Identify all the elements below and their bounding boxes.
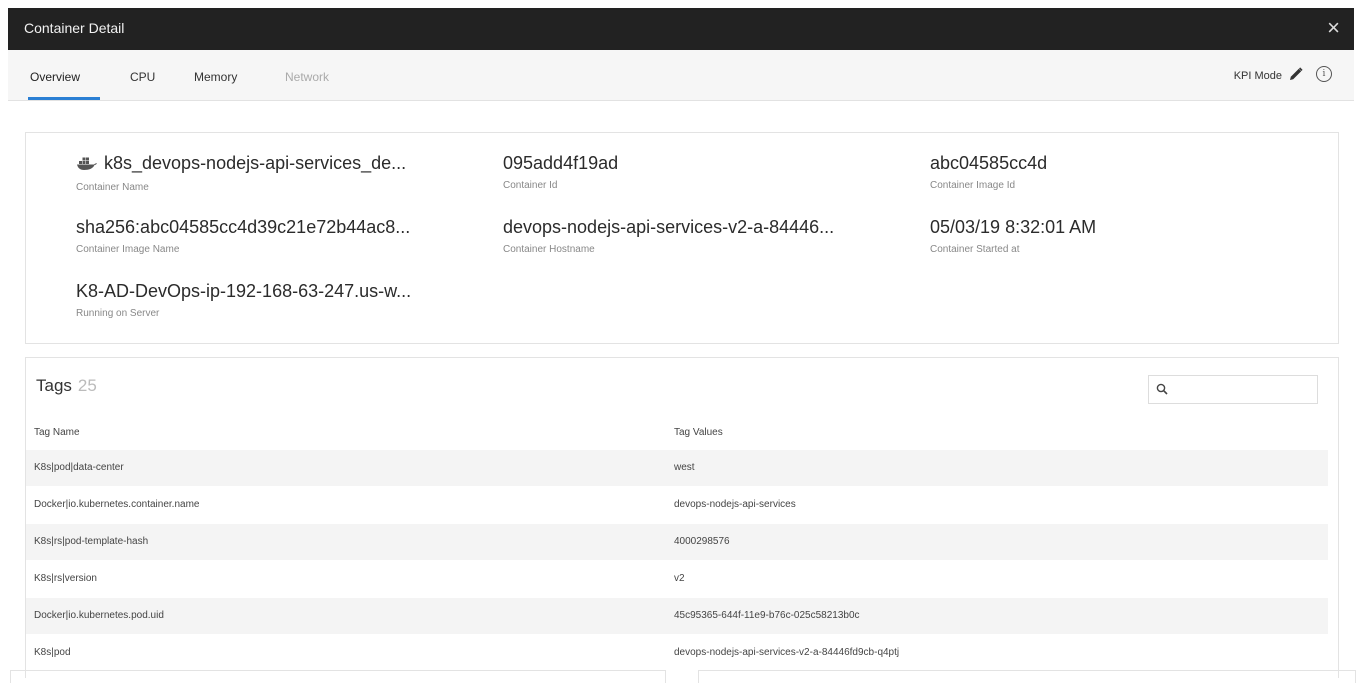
kpi-mode-label[interactable]: KPI Mode	[1234, 70, 1282, 82]
container-image-name-field: sha256:abc04585cc4d39c21e72b44ac8... Con…	[76, 217, 410, 255]
bottom-panel-right	[698, 670, 1356, 683]
container-image-name-label: Container Image Name	[76, 244, 180, 255]
container-image-name-value: sha256:abc04585cc4d39c21e72b44ac8...	[76, 217, 411, 237]
container-image-id-label: Container Image Id	[930, 180, 1016, 191]
tags-card: Tags 25 Tag Name Tag Values K8s|pod|data-…	[25, 357, 1339, 678]
info-icon[interactable]: i	[1316, 66, 1332, 82]
tag-value-cell: west	[674, 462, 695, 473]
tag-value-cell: devops-nodejs-api-services-v2-a-84446fd9…	[674, 647, 900, 658]
pencil-icon[interactable]	[1288, 66, 1304, 82]
tags-search-input[interactable]	[1175, 379, 1315, 401]
container-hostname-field: devops-nodejs-api-services-v2-a-84446...…	[503, 217, 834, 255]
tag-value-cell: 4000298576	[674, 536, 730, 547]
column-header-tag-name[interactable]: Tag Name	[34, 418, 80, 448]
container-detail-dialog: Container Detail × Overview CPU Memory N…	[0, 0, 1362, 683]
title-bar: Container Detail ×	[8, 8, 1354, 50]
dialog-title: Container Detail	[24, 20, 125, 36]
running-on-field: K8-AD-DevOps-ip-192-168-63-247.us-w... R…	[76, 281, 411, 319]
table-row: K8s|rs|version v2	[26, 561, 1328, 597]
container-hostname-value: devops-nodejs-api-services-v2-a-84446...	[503, 217, 835, 237]
table-row: Docker|io.kubernetes.container.name devo…	[26, 487, 1328, 523]
tab-memory[interactable]: Memory	[194, 70, 237, 84]
tab-cpu[interactable]: CPU	[130, 70, 155, 84]
container-started-value: 05/03/19 8:32:01 AM	[930, 217, 1097, 237]
container-id-field: 095add4f19ad Container Id	[503, 153, 618, 191]
tags-count: 25	[77, 376, 97, 395]
bottom-panel-left	[10, 670, 666, 683]
docker-icon	[76, 155, 98, 176]
close-icon[interactable]: ×	[1327, 16, 1340, 40]
tag-value-cell: devops-nodejs-api-services	[674, 499, 796, 510]
tag-value-cell: 45c95365-644f-11e9-b76c-025c58213b0c	[674, 610, 860, 621]
container-started-field: 05/03/19 8:32:01 AM Container Started at	[930, 217, 1096, 255]
tag-name-cell: Docker|io.kubernetes.container.name	[34, 499, 200, 510]
tags-table-header: Tag Name Tag Values	[26, 418, 1326, 448]
tab-overview[interactable]: Overview	[30, 70, 80, 84]
tab-network: Network	[285, 70, 330, 84]
container-image-id-field: abc04585cc4d Container Image Id	[930, 153, 1047, 191]
overview-card: k8s_devops-nodejs-api-services_de... Con…	[25, 132, 1339, 344]
tags-search-box[interactable]	[1148, 375, 1318, 404]
tag-name-cell: K8s|pod	[34, 647, 71, 658]
container-image-id-value: abc04585cc4d	[930, 153, 1048, 173]
tags-title: Tags	[36, 376, 72, 395]
running-on-label: Running on Server	[76, 308, 160, 319]
tags-heading: Tags 25	[36, 376, 97, 396]
tab-bar: Overview CPU Memory Network KPI Mode i	[8, 50, 1354, 101]
table-row: K8s|rs|pod-template-hash 4000298576	[26, 524, 1328, 560]
tag-value-cell: v2	[674, 573, 685, 584]
container-id-value: 095add4f19ad	[503, 153, 619, 173]
running-on-value: K8-AD-DevOps-ip-192-168-63-247.us-w...	[76, 281, 412, 301]
tag-name-cell: Docker|io.kubernetes.pod.uid	[34, 610, 164, 621]
tag-name-cell: K8s|rs|pod-template-hash	[34, 536, 149, 547]
container-name-value: k8s_devops-nodejs-api-services_de...	[104, 153, 407, 173]
container-started-label: Container Started at	[930, 244, 1020, 255]
table-row: K8s|pod devops-nodejs-api-services-v2-a-…	[26, 635, 1328, 671]
tag-name-cell: K8s|rs|version	[34, 573, 97, 584]
container-hostname-label: Container Hostname	[503, 244, 595, 255]
active-tab-indicator	[28, 97, 100, 100]
search-icon	[1156, 383, 1168, 395]
column-header-tag-values[interactable]: Tag Values	[674, 418, 723, 448]
container-name-label: Container Name	[76, 182, 149, 193]
container-id-label: Container Id	[503, 180, 558, 191]
tag-name-cell: K8s|pod|data-center	[34, 462, 124, 473]
container-name-field: k8s_devops-nodejs-api-services_de... Con…	[76, 153, 406, 193]
table-row: K8s|pod|data-center west	[26, 450, 1328, 486]
table-row: Docker|io.kubernetes.pod.uid 45c95365-64…	[26, 598, 1328, 634]
